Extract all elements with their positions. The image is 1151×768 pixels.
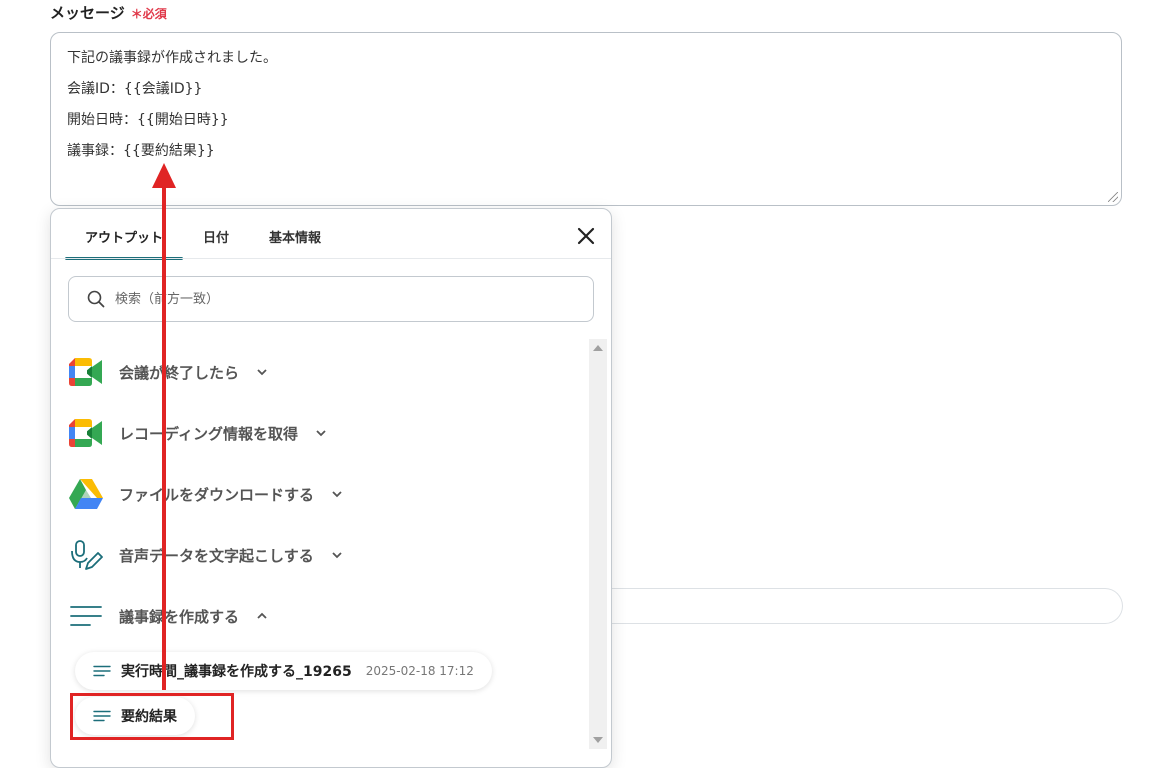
message-textarea[interactable]: 下記の議事録が作成されました。 会議ID：{{会議ID}} 開始日時：{{開始日… <box>50 32 1122 206</box>
section-title: 会議が終了したら <box>119 363 240 382</box>
close-button[interactable] <box>573 223 599 249</box>
google-meet-icon <box>69 358 102 386</box>
section-title: 議事録を作成する <box>119 607 240 626</box>
background-input-field[interactable] <box>610 588 1123 624</box>
google-drive-icon <box>69 479 103 509</box>
search-icon <box>87 290 105 308</box>
tab-date[interactable]: 日付 <box>183 209 249 259</box>
output-item-execution-time[interactable]: 実行時間_議事録を作成する_19265 2025-02-18 17:12 <box>75 652 492 690</box>
item-date: 2025-02-18 17:12 <box>365 664 474 678</box>
text-lines-icon <box>70 606 102 626</box>
field-label-text: メッセージ <box>50 4 125 22</box>
chevron-down-icon <box>316 430 326 437</box>
microphone-pen-icon <box>71 540 103 570</box>
chevron-down-icon <box>257 369 267 376</box>
message-line: 議事録：{{要約結果}} <box>67 143 215 159</box>
tab-output[interactable]: アウトプット <box>65 209 184 260</box>
section-download-file[interactable]: ファイルをダウンロードする <box>69 474 344 514</box>
variable-picker-popup: アウトプット 日付 基本情報 検索（前方一致） 会議が終了したら レコーディング… <box>50 208 612 768</box>
item-title: 実行時間_議事録を作成する_19265 <box>121 664 352 680</box>
chevron-down-icon <box>332 491 342 498</box>
search-box[interactable] <box>68 276 594 322</box>
required-badge: ＊必須 <box>130 7 167 21</box>
annotation-highlight-box <box>70 693 234 740</box>
search-input[interactable] <box>113 290 537 308</box>
section-transcribe-audio[interactable]: 音声データを文字起こしする <box>69 535 344 575</box>
google-meet-icon <box>69 419 102 447</box>
section-meeting-ended[interactable]: 会議が終了したら <box>69 352 269 392</box>
message-line: 開始日時：{{開始日時}} <box>67 112 229 128</box>
popup-tabs: アウトプット 日付 基本情報 <box>65 209 341 260</box>
message-line: 下記の議事録が作成されました。 <box>67 50 277 66</box>
section-get-recording[interactable]: レコーディング情報を取得 <box>69 413 328 453</box>
text-lines-icon <box>93 665 111 677</box>
message-line: 会議ID：{{会議ID}} <box>67 81 203 97</box>
tab-divider <box>51 258 611 259</box>
resize-handle[interactable] <box>1108 192 1118 202</box>
section-title: 音声データを文字起こしする <box>119 546 314 565</box>
section-title: ファイルをダウンロードする <box>119 485 315 504</box>
section-title: レコーディング情報を取得 <box>119 424 298 443</box>
chevron-up-icon <box>257 612 267 619</box>
chevron-down-icon <box>332 552 342 559</box>
scroll-down-arrow-icon[interactable] <box>593 737 603 743</box>
scroll-up-arrow-icon[interactable] <box>593 345 603 351</box>
scrollbar[interactable] <box>589 339 607 749</box>
message-field-label: メッセージ ＊必須 <box>50 2 167 23</box>
tab-basic-info[interactable]: 基本情報 <box>249 209 341 259</box>
close-icon <box>577 227 595 245</box>
section-create-minutes[interactable]: 議事録を作成する <box>69 596 269 636</box>
